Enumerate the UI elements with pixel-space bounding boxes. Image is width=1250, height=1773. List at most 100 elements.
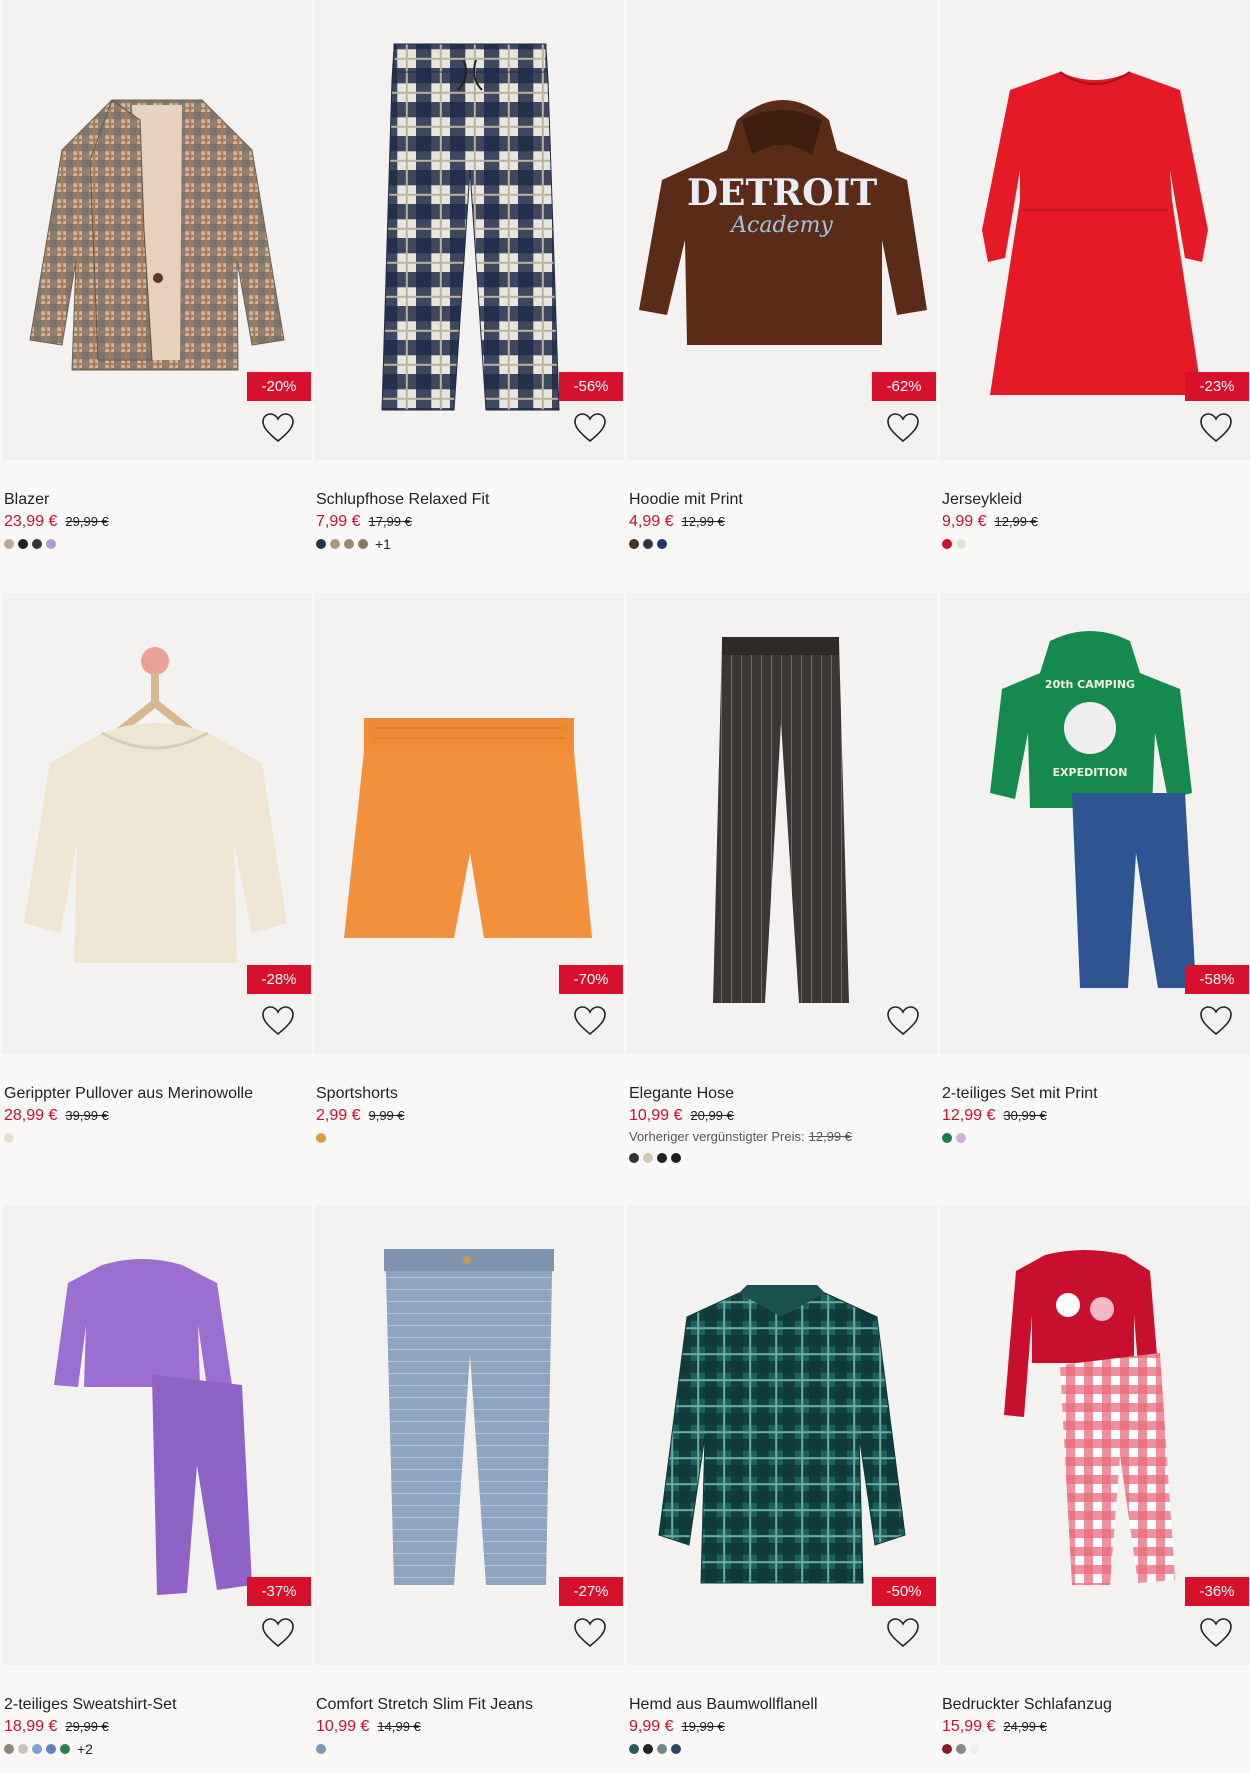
- original-price: 39,99 €: [65, 1108, 109, 1123]
- original-price: 12,99 €: [994, 514, 1038, 529]
- original-price: 29,99 €: [65, 514, 109, 529]
- color-swatch[interactable]: [18, 539, 28, 549]
- heart-outline-icon[interactable]: [886, 1005, 920, 1037]
- color-swatch[interactable]: [32, 539, 42, 549]
- heart-outline-icon[interactable]: [261, 1005, 295, 1037]
- heart-outline-icon[interactable]: [1199, 412, 1233, 444]
- discount-badge: -56%: [559, 372, 623, 401]
- product-card[interactable]: DETROIT Academy -62% Hoodie mit Print 4,…: [627, 0, 937, 551]
- color-swatch[interactable]: [60, 1744, 70, 1754]
- color-swatch[interactable]: [671, 1744, 681, 1754]
- product-info: Gerippter Pullover aus Merinowolle 28,99…: [2, 1054, 312, 1145]
- color-swatch[interactable]: [942, 1133, 952, 1143]
- color-swatch[interactable]: [46, 1744, 56, 1754]
- color-swatch[interactable]: [671, 1153, 681, 1163]
- color-swatch[interactable]: [358, 539, 368, 549]
- color-swatch[interactable]: [970, 1744, 980, 1754]
- heart-outline-icon[interactable]: [886, 412, 920, 444]
- product-name[interactable]: Sportshorts: [316, 1083, 624, 1105]
- product-image[interactable]: -20%: [2, 0, 312, 460]
- product-card[interactable]: -36% Bedruckter Schlafanzug 15,99 € 24,99…: [940, 1205, 1250, 1756]
- color-swatch[interactable]: [956, 1744, 966, 1754]
- product-name[interactable]: Comfort Stretch Slim Fit Jeans: [316, 1694, 624, 1716]
- heart-outline-icon[interactable]: [1199, 1005, 1233, 1037]
- price-row: 7,99 € 17,99 €: [316, 511, 624, 533]
- color-swatch[interactable]: [942, 1744, 952, 1754]
- product-image[interactable]: [627, 593, 937, 1054]
- product-name[interactable]: Jerseykleid: [942, 489, 1250, 511]
- color-swatch[interactable]: [18, 1744, 28, 1754]
- product-name[interactable]: 2-teiliges Sweatshirt-Set: [4, 1694, 312, 1716]
- product-card[interactable]: -28% Gerippter Pullover aus Merinowolle …: [2, 593, 312, 1145]
- heart-outline-icon[interactable]: [261, 1617, 295, 1649]
- color-swatch[interactable]: [316, 1133, 326, 1143]
- color-swatch[interactable]: [657, 1153, 667, 1163]
- svg-text:20th CAMPING: 20th CAMPING: [1045, 678, 1135, 691]
- color-swatches: [942, 1131, 1250, 1145]
- product-card[interactable]: -50% Hemd aus Baumwollflanell 9,99 € 19,9…: [627, 1205, 937, 1756]
- product-image[interactable]: -37%: [2, 1205, 312, 1665]
- product-image[interactable]: -56%: [314, 0, 624, 460]
- product-name[interactable]: Gerippter Pullover aus Merinowolle: [4, 1083, 312, 1105]
- product-name[interactable]: Blazer: [4, 489, 312, 511]
- product-image[interactable]: -23%: [940, 0, 1250, 460]
- product-name[interactable]: Hemd aus Baumwollflanell: [629, 1694, 937, 1716]
- heart-outline-icon[interactable]: [261, 412, 295, 444]
- color-swatch[interactable]: [657, 1744, 667, 1754]
- product-card[interactable]: -70% Sportshorts 2,99 € 9,99 €: [314, 593, 624, 1145]
- heart-outline-icon[interactable]: [1199, 1617, 1233, 1649]
- color-swatch[interactable]: [4, 539, 14, 549]
- product-card[interactable]: -56% Schlupfhose Relaxed Fit 7,99 € 17,99…: [314, 0, 624, 552]
- color-swatch[interactable]: [657, 539, 667, 549]
- product-info: Sportshorts 2,99 € 9,99 €: [314, 1054, 624, 1145]
- color-swatch[interactable]: [32, 1744, 42, 1754]
- product-name[interactable]: Bedruckter Schlafanzug: [942, 1694, 1250, 1716]
- more-colors-count[interactable]: +1: [375, 536, 391, 552]
- product-card[interactable]: -37% 2-teiliges Sweatshirt-Set 18,99 € 29…: [2, 1205, 312, 1757]
- more-colors-count[interactable]: +2: [77, 1741, 93, 1757]
- svg-text:DETROIT: DETROIT: [687, 172, 878, 214]
- product-info: Elegante Hose 10,99 € 20,99 € Vorheriger …: [627, 1054, 937, 1165]
- product-card[interactable]: Elegante Hose 10,99 € 20,99 € Vorheriger …: [627, 593, 937, 1165]
- product-image[interactable]: -50%: [627, 1205, 937, 1665]
- product-card[interactable]: 20th CAMPING EXPEDITION -58% 2-teiliges …: [940, 593, 1250, 1145]
- product-name[interactable]: Hoodie mit Print: [629, 489, 937, 511]
- product-card[interactable]: -20% Blazer 23,99 € 29,99 €: [2, 0, 312, 551]
- color-swatch[interactable]: [344, 539, 354, 549]
- product-image[interactable]: DETROIT Academy -62%: [627, 0, 937, 460]
- color-swatch[interactable]: [629, 1153, 639, 1163]
- product-image[interactable]: 20th CAMPING EXPEDITION -58%: [940, 593, 1250, 1054]
- color-swatch[interactable]: [956, 539, 966, 549]
- heart-outline-icon[interactable]: [573, 1005, 607, 1037]
- product-card[interactable]: -27% Comfort Stretch Slim Fit Jeans 10,9…: [314, 1205, 624, 1756]
- product-name[interactable]: Schlupfhose Relaxed Fit: [316, 489, 624, 511]
- price-row: 2,99 € 9,99 €: [316, 1105, 624, 1127]
- color-swatch[interactable]: [643, 1744, 653, 1754]
- color-swatch[interactable]: [4, 1133, 14, 1143]
- product-image[interactable]: -27%: [314, 1205, 624, 1665]
- color-swatch[interactable]: [629, 539, 639, 549]
- heart-outline-icon[interactable]: [886, 1617, 920, 1649]
- product-image[interactable]: -36%: [940, 1205, 1250, 1665]
- heart-outline-icon[interactable]: [573, 412, 607, 444]
- product-card[interactable]: -23% Jerseykleid 9,99 € 12,99 €: [940, 0, 1250, 551]
- color-swatch[interactable]: [643, 1153, 653, 1163]
- color-swatch[interactable]: [46, 539, 56, 549]
- product-info: Comfort Stretch Slim Fit Jeans 10,99 € 14…: [314, 1665, 624, 1756]
- color-swatch[interactable]: [316, 539, 326, 549]
- product-name[interactable]: 2-teiliges Set mit Print: [942, 1083, 1250, 1105]
- svg-text:Academy: Academy: [729, 213, 833, 238]
- heart-outline-icon[interactable]: [573, 1617, 607, 1649]
- color-swatch[interactable]: [643, 539, 653, 549]
- color-swatch[interactable]: [316, 1744, 326, 1754]
- product-name[interactable]: Elegante Hose: [629, 1083, 937, 1105]
- discount-badge: -28%: [247, 965, 311, 994]
- color-swatch[interactable]: [330, 539, 340, 549]
- color-swatch[interactable]: [942, 539, 952, 549]
- color-swatch[interactable]: [4, 1744, 14, 1754]
- product-image[interactable]: -70%: [314, 593, 624, 1054]
- color-swatch[interactable]: [629, 1744, 639, 1754]
- color-swatch[interactable]: [956, 1133, 966, 1143]
- discount-badge: -62%: [872, 372, 936, 401]
- product-image[interactable]: -28%: [2, 593, 312, 1054]
